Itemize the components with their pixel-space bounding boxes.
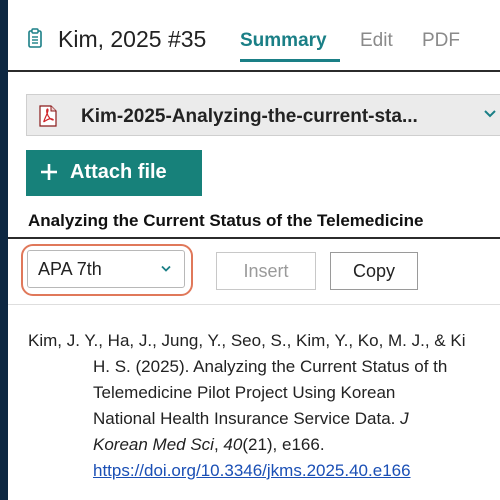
reference-title: Kim, 2025 #35 (58, 26, 207, 52)
journal-name: J (400, 409, 409, 428)
citation-line: Korean Med Sci, 40(21), e166. (93, 432, 325, 458)
header-divider (8, 70, 500, 72)
citation-style-value: APA 7th (38, 259, 102, 279)
reference-header: Kim, 2025 #35 Summary Edit PDF (8, 0, 500, 70)
attachment-filename: Kim-2025-Analyzing-the-current-sta... (81, 106, 418, 127)
active-tab-indicator (240, 59, 340, 62)
citation-line: H. S. (2025). Analyzing the Current Stat… (93, 357, 448, 376)
tab-summary[interactable]: Summary (240, 30, 327, 52)
section-divider (8, 237, 500, 239)
attach-file-button[interactable]: Attach file (26, 150, 202, 196)
pdf-file-icon (39, 105, 57, 127)
insert-button[interactable]: Insert (216, 252, 316, 290)
tab-pdf[interactable]: PDF (422, 30, 460, 52)
citation-style-select[interactable]: APA 7th (27, 250, 185, 288)
citation-style-highlight: APA 7th (21, 244, 193, 296)
chevron-down-icon (484, 110, 496, 118)
toolbar-divider (8, 304, 500, 305)
citation-line: National Health Insurance Service Data. … (93, 406, 409, 432)
doi-link[interactable]: https://doi.org/10.3346/jkms.2025.40.e16… (93, 461, 411, 480)
citation-line: Kim, J. Y., Ha, J., Jung, Y., Seo, S., K… (28, 331, 466, 350)
paper-title: Analyzing the Current Status of the Tele… (28, 211, 424, 230)
reference-panel: Kim, 2025 #35 Summary Edit PDF Kim-2025-… (8, 0, 500, 500)
attachment-select[interactable]: Kim-2025-Analyzing-the-current-sta... (26, 94, 500, 136)
journal-volume: 40 (223, 435, 243, 454)
document-list-icon (28, 28, 42, 48)
citation-line: https://doi.org/10.3346/jkms.2025.40.e16… (93, 458, 411, 484)
plus-icon (41, 164, 57, 180)
tab-edit[interactable]: Edit (360, 30, 393, 52)
copy-button[interactable]: Copy (330, 252, 418, 290)
citation-text: (21), e166. (242, 435, 325, 454)
attach-file-label: Attach file (70, 161, 167, 183)
citation-text: , (213, 435, 224, 454)
journal-name: Korean Med Sci (93, 435, 214, 454)
citation-text: National Health Insurance Service Data. (93, 409, 401, 428)
chevron-down-icon (161, 265, 171, 272)
citation-line: Telemedicine Pilot Project Using Korean (93, 383, 396, 402)
